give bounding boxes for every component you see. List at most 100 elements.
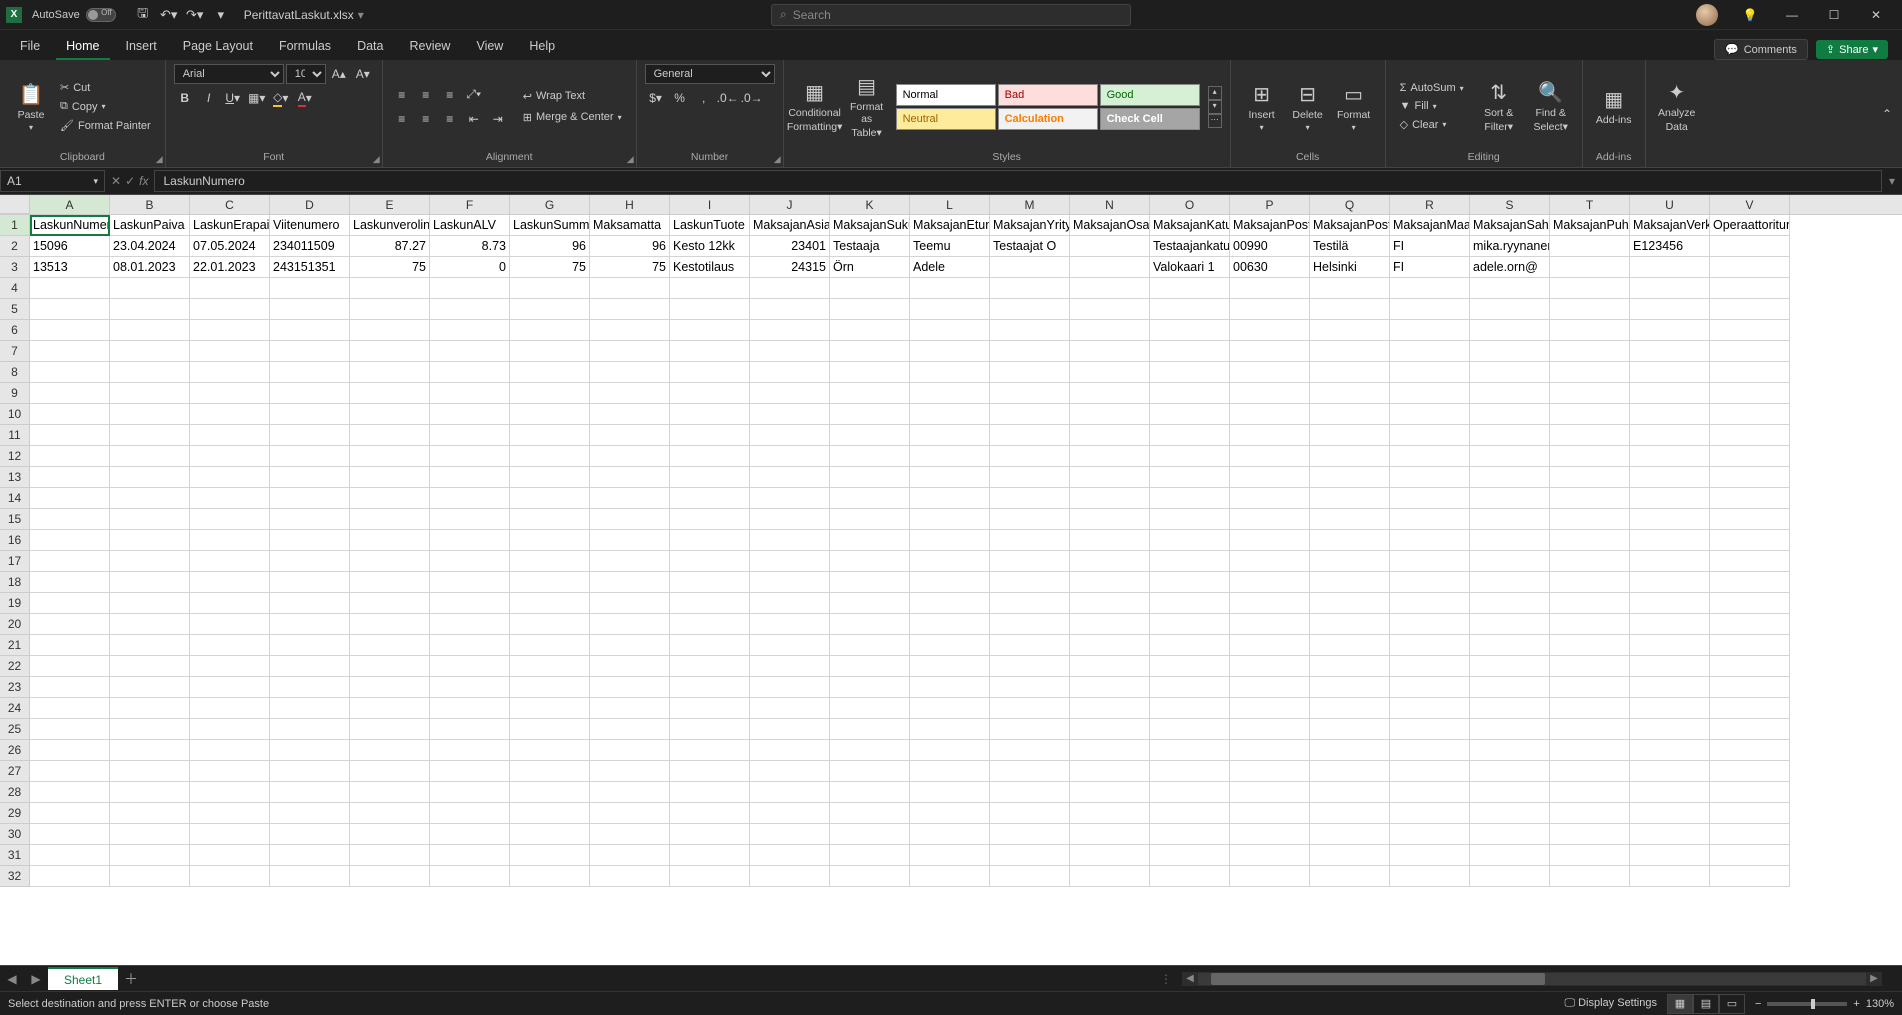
cell[interactable] (270, 341, 350, 362)
maximize-button[interactable]: ☐ (1814, 1, 1854, 29)
cell[interactable] (1390, 488, 1470, 509)
cell[interactable] (1150, 425, 1230, 446)
cell[interactable] (1710, 551, 1790, 572)
number-format-select[interactable]: General (645, 64, 775, 84)
fill-button[interactable]: ▼Fill▾ (1394, 98, 1470, 114)
cell[interactable] (990, 551, 1070, 572)
cell[interactable] (670, 341, 750, 362)
cell[interactable] (1150, 488, 1230, 509)
row-header[interactable]: 16 (0, 530, 30, 551)
cell[interactable] (1390, 278, 1470, 299)
cell[interactable] (1150, 845, 1230, 866)
style-neutral[interactable]: Neutral (896, 108, 996, 130)
cell[interactable] (430, 614, 510, 635)
cell[interactable] (1310, 719, 1390, 740)
cell[interactable] (590, 530, 670, 551)
row-header[interactable]: 28 (0, 782, 30, 803)
cell[interactable] (270, 278, 350, 299)
cell[interactable] (350, 845, 430, 866)
cell[interactable] (1070, 509, 1150, 530)
cell[interactable] (1710, 509, 1790, 530)
cell[interactable] (270, 656, 350, 677)
cell[interactable]: Testaajankatu (1150, 236, 1230, 257)
cell[interactable] (1390, 425, 1470, 446)
cell[interactable]: MaksajanYritys (990, 215, 1070, 236)
cell[interactable] (510, 320, 590, 341)
cell[interactable] (30, 614, 110, 635)
cell[interactable] (830, 761, 910, 782)
cell[interactable] (1550, 341, 1630, 362)
column-header[interactable]: R (1390, 195, 1470, 214)
copy-button[interactable]: ⧉Copy▾ (54, 98, 157, 115)
cell[interactable] (1070, 278, 1150, 299)
cell[interactable] (350, 614, 430, 635)
cell[interactable] (30, 761, 110, 782)
cell[interactable] (1630, 257, 1710, 278)
cell[interactable] (750, 572, 830, 593)
cell[interactable] (190, 656, 270, 677)
cell[interactable] (910, 320, 990, 341)
cell[interactable]: Operaattoritunnus (1710, 215, 1790, 236)
cell[interactable] (1630, 656, 1710, 677)
cell[interactable] (750, 362, 830, 383)
cell[interactable]: Helsinki (1310, 257, 1390, 278)
cell[interactable] (30, 593, 110, 614)
cell[interactable] (990, 341, 1070, 362)
cell[interactable] (750, 278, 830, 299)
cell[interactable] (1630, 866, 1710, 887)
cell[interactable] (910, 299, 990, 320)
scroll-left-icon[interactable]: ◀ (1182, 973, 1198, 984)
addins-button[interactable]: ▦Add-ins (1591, 71, 1637, 143)
cell[interactable] (990, 614, 1070, 635)
cell[interactable] (1390, 719, 1470, 740)
column-header[interactable]: P (1230, 195, 1310, 214)
fx-icon[interactable]: fx (139, 174, 148, 188)
cell[interactable] (1470, 866, 1550, 887)
cell[interactable] (1550, 803, 1630, 824)
cell[interactable] (1710, 488, 1790, 509)
cell[interactable] (1630, 278, 1710, 299)
cell[interactable] (670, 677, 750, 698)
close-button[interactable]: ✕ (1856, 1, 1896, 29)
cell[interactable] (1150, 782, 1230, 803)
cell[interactable] (430, 593, 510, 614)
cell[interactable] (1070, 488, 1150, 509)
cell[interactable] (30, 383, 110, 404)
cell[interactable]: Örn (830, 257, 910, 278)
align-middle-icon[interactable]: ≡ (415, 85, 437, 105)
style-normal[interactable]: Normal (896, 84, 996, 106)
cell[interactable] (110, 467, 190, 488)
cell[interactable] (1470, 677, 1550, 698)
user-avatar[interactable] (1696, 4, 1718, 26)
cell[interactable] (1070, 530, 1150, 551)
cell[interactable] (430, 341, 510, 362)
cell[interactable] (190, 677, 270, 698)
cell[interactable] (910, 824, 990, 845)
row-header[interactable]: 1 (0, 215, 30, 236)
cell[interactable] (110, 383, 190, 404)
cell[interactable] (1390, 320, 1470, 341)
cell[interactable]: 243151351 (270, 257, 350, 278)
cell[interactable] (1150, 467, 1230, 488)
cell[interactable] (1630, 299, 1710, 320)
increase-decimal-icon[interactable]: .0← (717, 88, 739, 108)
cell[interactable] (1550, 740, 1630, 761)
cell[interactable] (1150, 362, 1230, 383)
cell[interactable]: Maksamatta (590, 215, 670, 236)
cell[interactable] (1070, 782, 1150, 803)
cell[interactable] (590, 593, 670, 614)
cell[interactable] (1550, 425, 1630, 446)
cell[interactable] (1150, 677, 1230, 698)
cell[interactable] (1390, 845, 1470, 866)
cell[interactable] (110, 635, 190, 656)
cell[interactable] (270, 593, 350, 614)
cell[interactable] (1550, 404, 1630, 425)
cell[interactable] (750, 320, 830, 341)
cell[interactable] (190, 551, 270, 572)
cell[interactable] (590, 656, 670, 677)
cell[interactable] (830, 614, 910, 635)
cell[interactable] (1230, 320, 1310, 341)
formula-bar[interactable]: LaskunNumero (154, 170, 1882, 192)
row-header[interactable]: 22 (0, 656, 30, 677)
column-header[interactable]: I (670, 195, 750, 214)
